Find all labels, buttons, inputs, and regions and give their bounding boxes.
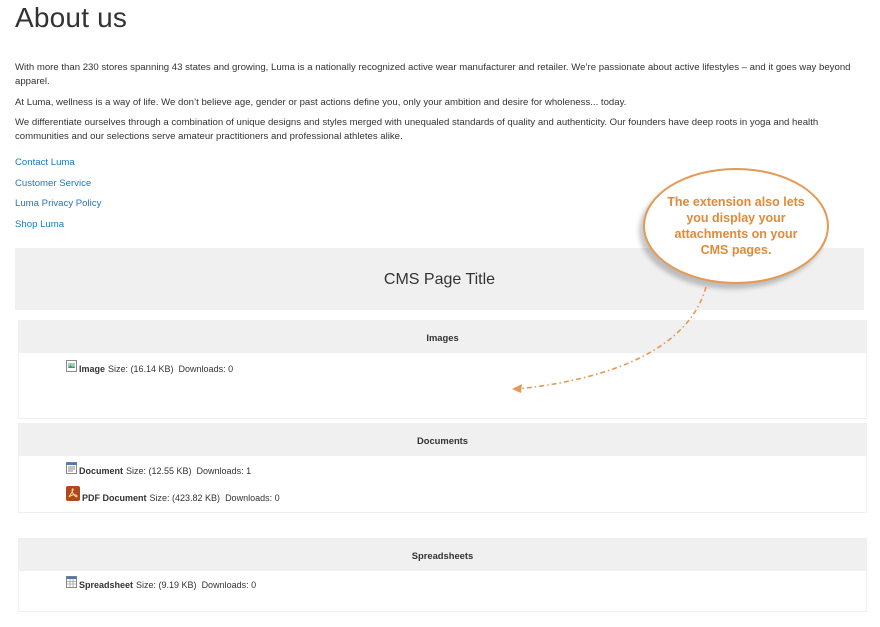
spreadsheets-attachments-section: Spreadsheets Spreadsheet Size: (9.19 KB)… bbox=[18, 538, 867, 612]
document-file-icon bbox=[66, 462, 77, 476]
contact-luma-link[interactable]: Contact Luma bbox=[15, 157, 75, 168]
section-header-spreadsheets: Spreadsheets bbox=[19, 539, 866, 571]
attachment-size: Size: (9.19 KB) bbox=[136, 580, 197, 590]
about-paragraph-1: With more than 230 stores spanning 43 st… bbox=[15, 62, 851, 87]
attachment-name-link[interactable]: Image bbox=[79, 364, 105, 374]
about-paragraph-3: We differentiate ourselves through a com… bbox=[15, 117, 819, 142]
shop-luma-link[interactable]: Shop Luma bbox=[15, 219, 64, 230]
page-title: About us bbox=[15, 2, 128, 33]
spreadsheet-file-icon bbox=[66, 576, 77, 590]
feature-callout-bubble: The extension also lets you display your… bbox=[643, 168, 829, 284]
image-file-icon bbox=[66, 360, 77, 374]
section-header-images: Images bbox=[19, 321, 866, 353]
attachment-row: Spreadsheet Size: (9.19 KB) Downloads: 0 bbox=[66, 576, 256, 590]
section-header-documents: Documents bbox=[19, 424, 866, 456]
attachment-size: Size: (12.55 KB) bbox=[126, 466, 192, 476]
attachment-size: Size: (16.14 KB) bbox=[108, 364, 174, 374]
pdf-file-icon bbox=[66, 486, 80, 503]
about-paragraph-2: At Luma, wellness is a way of life. We d… bbox=[15, 97, 627, 108]
attachment-row: Image Size: (16.14 KB) Downloads: 0 bbox=[66, 360, 233, 374]
attachment-downloads: Downloads: 0 bbox=[201, 580, 257, 590]
attachment-downloads: Downloads: 0 bbox=[178, 364, 234, 374]
callout-text: The extension also lets you display your… bbox=[667, 195, 805, 257]
attachment-downloads: Downloads: 1 bbox=[196, 466, 252, 476]
documents-attachments-section: Documents Document Size: (12.55 KB) Down… bbox=[18, 423, 867, 513]
attachment-row: PDF Document Size: (423.82 KB) Downloads… bbox=[66, 486, 280, 503]
callout-arrow bbox=[512, 286, 707, 393]
attachment-downloads: Downloads: 0 bbox=[225, 493, 280, 503]
privacy-policy-link[interactable]: Luma Privacy Policy bbox=[15, 198, 101, 209]
attachment-size: Size: (423.82 KB) bbox=[149, 493, 221, 503]
customer-service-link[interactable]: Customer Service bbox=[15, 178, 91, 189]
attachment-name-link[interactable]: Document bbox=[79, 466, 123, 476]
attachment-name-link[interactable]: Spreadsheet bbox=[79, 580, 133, 590]
attachment-row: Document Size: (12.55 KB) Downloads: 1 bbox=[66, 462, 251, 476]
images-attachments-section: Images Image Size: (16.14 KB) Downloads:… bbox=[18, 320, 867, 419]
attachment-name-link[interactable]: PDF Document bbox=[82, 493, 147, 503]
